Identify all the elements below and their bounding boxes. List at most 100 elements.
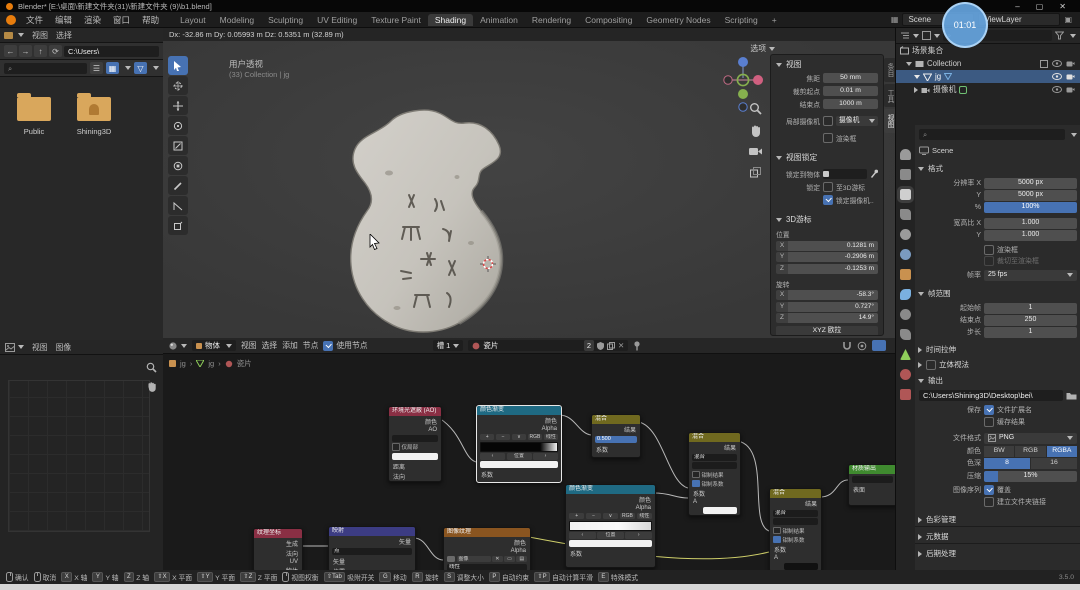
nav-up-button[interactable]: ↑ [34, 45, 47, 57]
gizmo-x-neg[interactable] [724, 76, 732, 84]
maximize-button[interactable]: ▢ [1036, 2, 1044, 11]
view-section-header[interactable]: 视图 [776, 59, 878, 70]
eyedropper-icon[interactable] [870, 169, 878, 179]
color-management-section-header[interactable]: 色彩管理 [918, 514, 956, 525]
frame-range-section-header[interactable]: 帧范围 [918, 288, 951, 299]
workspace-tab-compositing[interactable]: Compositing [578, 14, 639, 26]
physics-tab-icon[interactable] [900, 309, 911, 320]
lock-object-field[interactable] [823, 169, 867, 179]
viewport-3d[interactable]: Dx: -32.86 m Dy: 0.05993 m Dz: 0.5351 m … [163, 28, 895, 338]
material-slot-dropdown[interactable]: 槽 1 [433, 340, 464, 351]
overlay-toggle-icon[interactable] [857, 341, 867, 351]
format-section-header[interactable]: 格式 [918, 163, 943, 174]
folder-item-shining3d[interactable]: Shining3D [66, 97, 122, 136]
pin-icon[interactable] [633, 341, 641, 351]
zoom-icon[interactable] [749, 102, 762, 115]
unlink-icon[interactable]: ✕ [618, 340, 624, 351]
workspace-tab-animation[interactable]: Animation [473, 14, 525, 26]
resolution-y-field[interactable]: 5000 px [984, 190, 1077, 201]
image-menu-view[interactable]: 视图 [32, 342, 48, 353]
outliner-row-scene-collection[interactable]: 场景集合 [896, 44, 1080, 57]
file-browser-menu-select[interactable]: 选择 [56, 30, 72, 41]
shader-menu-node[interactable]: 节点 [303, 340, 319, 351]
rotate-tool-button[interactable] [168, 116, 188, 135]
camera-view-icon[interactable] [748, 146, 763, 157]
file-extension-checkbox[interactable] [984, 405, 994, 415]
frame-start-field[interactable]: 1 [984, 303, 1077, 314]
exclude-checkbox-icon[interactable] [1040, 60, 1048, 68]
browse-folder-icon[interactable] [1066, 391, 1077, 400]
node-texture-coordinate[interactable]: 纹理坐标 生成 法向 UV 物体 [253, 528, 303, 570]
workspace-tab-uvediting[interactable]: UV Editing [310, 14, 364, 26]
stereoscopy-checkbox[interactable] [926, 360, 936, 370]
display-thumbnail-button[interactable]: ▦ [106, 62, 119, 74]
resolution-x-field[interactable]: 5000 px [984, 178, 1077, 189]
outliner-row-object-jg[interactable]: jg [896, 70, 1080, 83]
scale-tool-button[interactable] [168, 136, 188, 155]
blender-logo-icon[interactable] [6, 15, 16, 25]
rotation-order-dropdown[interactable]: XYZ 欧拉 [776, 326, 878, 336]
menu-render[interactable]: 渲染 [78, 14, 107, 26]
add-cube-tool-button[interactable] [168, 216, 188, 235]
cursor-loc-z[interactable]: Z-0.1253 m [776, 264, 878, 274]
resolution-pct-field[interactable]: 100% [984, 202, 1077, 213]
sidebar-tab-view[interactable]: 视图 [884, 109, 895, 133]
cursor3d-section-header[interactable]: 3D游标 [776, 214, 878, 225]
disable-render-camera-icon[interactable] [1066, 73, 1075, 80]
viewlayer-tab-icon[interactable] [900, 209, 911, 220]
workspace-tab-sculpting[interactable]: Sculpting [261, 14, 310, 26]
time-stretch-section-header[interactable]: 时间拉伸 [918, 344, 956, 355]
node-mix-2[interactable]: 混合 结果 混合 钳制结果 钳制系数 系数 A [688, 432, 741, 516]
data-tab-icon[interactable] [900, 349, 911, 360]
filter-funnel-icon[interactable]: ▽ [134, 62, 147, 74]
menu-file[interactable]: 文件 [20, 14, 49, 26]
nav-refresh-button[interactable]: ⟳ [49, 45, 62, 57]
clip-start-field[interactable]: 0.01 m [823, 86, 878, 96]
viewlayer-selector[interactable]: ViewLayer [978, 13, 1060, 26]
outliner-row-collection[interactable]: Collection [896, 57, 1080, 70]
color-rgba-button[interactable]: RGBA [1047, 446, 1077, 457]
menu-edit[interactable]: 编辑 [49, 14, 78, 26]
outliner-row-camera[interactable]: 摄像机 [896, 83, 1080, 96]
workspace-tab-rendering[interactable]: Rendering [525, 14, 578, 26]
nav-forward-button[interactable]: → [19, 45, 32, 57]
view-lock-section-header[interactable]: 视图锁定 [776, 152, 878, 163]
copy-icon[interactable] [607, 342, 615, 350]
sidebar-tab-tool[interactable]: 工具 [884, 84, 895, 108]
shading-mode-button[interactable] [872, 340, 886, 351]
image-menu-image[interactable]: 图像 [56, 342, 72, 353]
focal-length-field[interactable]: 50 mm [823, 73, 878, 83]
cache-result-checkbox[interactable] [984, 417, 994, 427]
filter-caret-icon[interactable] [153, 66, 159, 70]
pan-hand-icon[interactable] [749, 124, 762, 137]
menu-help[interactable]: 帮助 [136, 14, 165, 26]
gizmo-y-neg[interactable] [738, 89, 748, 99]
compression-slider[interactable]: 15% [984, 471, 1077, 482]
select-tool-button[interactable] [168, 56, 188, 75]
workspace-tab-geometrynodes[interactable]: Geometry Nodes [639, 14, 717, 26]
gizmo-z-axis[interactable] [738, 57, 748, 67]
tool-tab-icon[interactable] [900, 149, 911, 160]
breadcrumb-data[interactable]: jg [208, 359, 214, 368]
gizmo-x-axis[interactable] [753, 75, 763, 85]
cursor-loc-y[interactable]: Y-0.2906 m [776, 252, 878, 262]
cursor-loc-x[interactable]: X0.1281 m [776, 241, 878, 251]
breadcrumb-material[interactable]: 瓷片 [237, 358, 252, 369]
stereoscopy-section-header[interactable]: 立体视法 [918, 359, 969, 370]
cursor-rot-x[interactable]: X-58.3° [776, 290, 878, 300]
aspect-y-field[interactable]: 1.000 [984, 230, 1077, 241]
node-mapping[interactable]: 映射 矢量 点 矢量 位置 [328, 526, 416, 570]
shader-menu-select[interactable]: 选择 [262, 340, 278, 351]
scene-tab-icon[interactable] [900, 229, 911, 240]
zoom-icon[interactable] [146, 362, 157, 373]
disable-render-camera-icon[interactable] [1066, 86, 1075, 93]
file-browser-menu-view[interactable]: 视图 [32, 30, 48, 41]
minimize-button[interactable]: – [1015, 2, 1019, 11]
material-selector[interactable]: 瓷片 2 ✕ [468, 340, 628, 351]
shader-type-dropdown[interactable]: 物体 [192, 340, 236, 351]
close-button[interactable]: ✕ [1059, 2, 1066, 11]
gizmo-z-neg[interactable] [739, 103, 747, 111]
frame-step-field[interactable]: 1 [984, 327, 1077, 338]
measure-tool-button[interactable] [168, 196, 188, 215]
depth-8-button[interactable]: 8 [984, 458, 1030, 469]
